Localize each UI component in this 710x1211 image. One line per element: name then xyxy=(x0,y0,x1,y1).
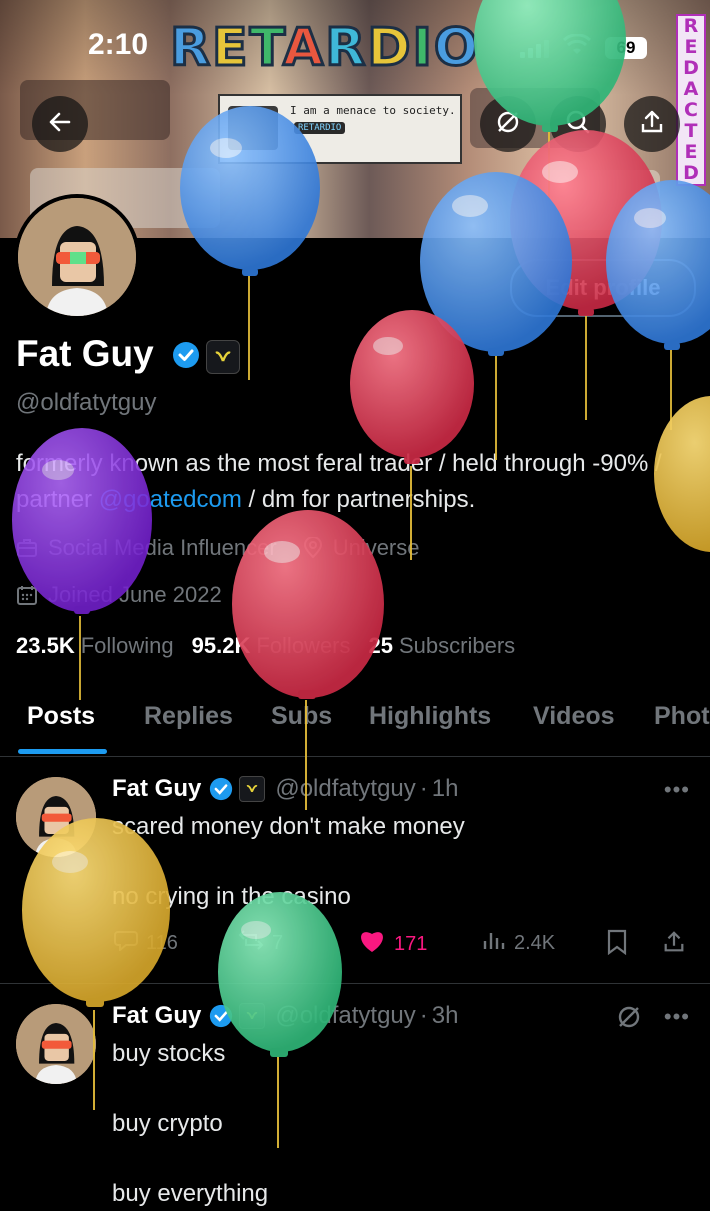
repost-button[interactable]: 7 xyxy=(238,929,283,957)
more-options-icon[interactable]: ••• xyxy=(664,1004,690,1030)
post-time[interactable]: 3h xyxy=(432,1002,459,1030)
profile-handle: @oldfatytguy xyxy=(16,389,157,416)
post-author-name[interactable]: Fat Guy xyxy=(112,775,201,803)
bio-text: / dm for partnerships. xyxy=(241,486,476,513)
post-time[interactable]: 1h xyxy=(432,775,459,803)
balloon-red xyxy=(350,310,474,560)
post-author-name[interactable]: Fat Guy xyxy=(112,1002,201,1030)
arrow-left-icon xyxy=(47,109,73,140)
tab-subs[interactable]: Subs xyxy=(271,702,332,731)
reply-count: 116 xyxy=(146,931,178,954)
profile-meta-row: Social Media Influencer Universe xyxy=(16,535,420,561)
post-author-handle[interactable]: @oldfatytguy xyxy=(275,775,415,803)
post-avatar[interactable] xyxy=(16,777,96,857)
followers-link[interactable]: 95.2K Followers xyxy=(192,633,351,659)
grok-icon[interactable] xyxy=(616,1004,642,1035)
post-item[interactable]: Fat Guy @oldfatytguy · 1h ••• scared mon… xyxy=(0,757,710,984)
grok-button[interactable] xyxy=(480,96,536,152)
profile-stats: 23.5K Following 95.2K Followers 25 Subscrib… xyxy=(16,633,515,659)
tab-posts[interactable]: Posts xyxy=(27,702,95,731)
profile-display-name: Fat Guy xyxy=(16,333,154,374)
wifi-icon xyxy=(562,33,592,61)
more-options-icon[interactable]: ••• xyxy=(664,777,690,803)
banner-logo-text: RETARDIO xyxy=(168,17,481,80)
share-icon xyxy=(639,109,665,140)
post-header: Fat Guy @oldfatytguy · 1h xyxy=(112,775,458,803)
affiliate-badge-icon[interactable] xyxy=(206,340,240,374)
following-link[interactable]: 23.5K Following xyxy=(16,633,174,659)
repost-icon xyxy=(238,929,264,957)
verified-badge-icon[interactable] xyxy=(172,341,200,374)
heart-filled-icon xyxy=(358,929,386,959)
post-share-button[interactable] xyxy=(662,929,686,961)
back-button[interactable] xyxy=(32,96,88,152)
profile-joined-date: Joined June 2022 xyxy=(48,582,222,607)
tab-replies[interactable]: Replies xyxy=(144,702,233,731)
calendar-icon xyxy=(16,584,38,606)
cellular-signal-icon xyxy=(520,38,549,58)
banner-card-text: I am a menace to society. xyxy=(290,104,456,117)
edit-profile-button[interactable]: Edit profile xyxy=(510,259,696,317)
profile-bio: formerly known as the most feral trader … xyxy=(16,446,696,518)
grok-icon xyxy=(495,109,521,140)
tab-videos[interactable]: Videos xyxy=(533,702,615,731)
banner-redacted-sign: REDACTED xyxy=(676,14,706,186)
like-button[interactable]: 171 xyxy=(358,929,427,959)
banner-card-image xyxy=(228,106,278,150)
post-text: scared money don't make money no crying … xyxy=(112,813,465,910)
tab-photos[interactable]: Photos xyxy=(654,702,710,731)
repost-count: 7 xyxy=(272,931,284,954)
affiliate-badge-icon xyxy=(239,1003,266,1029)
bookmark-button[interactable] xyxy=(606,929,628,961)
post-author-handle[interactable]: @oldfatytguy xyxy=(275,1002,415,1030)
banner-card-tag: RETARDIO xyxy=(294,122,346,134)
profile-avatar[interactable] xyxy=(14,194,140,320)
views-count: 2.4K xyxy=(514,931,556,954)
profile-tabs: Posts Replies Subs Highlights Videos Pho… xyxy=(0,690,710,757)
post-text: buy stocks buy crypto buy everything xyxy=(112,1040,269,1207)
bio-mention-link[interactable]: @goatedcom xyxy=(99,486,242,513)
post-header: Fat Guy @oldfatytguy · 3h xyxy=(112,1002,458,1030)
banner-tweet-card: I am a menace to society. RETARDIO xyxy=(218,94,462,164)
verified-badge-icon xyxy=(209,777,233,801)
search-button[interactable] xyxy=(550,96,606,152)
profile-location: Universe xyxy=(332,535,420,560)
share-button[interactable] xyxy=(624,96,680,152)
views-button[interactable]: 2.4K xyxy=(482,929,555,957)
status-icons: 69 xyxy=(520,33,647,61)
battery-icon: 69 xyxy=(605,36,647,59)
post-item[interactable]: Fat Guy @oldfatytguy · 3h ••• buy stocks… xyxy=(0,984,710,1207)
status-time: 2:10 xyxy=(88,28,149,61)
verified-badge-icon xyxy=(209,1004,233,1028)
banner-art-block xyxy=(520,170,660,230)
like-count: 171 xyxy=(394,932,428,955)
post-avatar[interactable] xyxy=(16,1004,96,1084)
briefcase-icon xyxy=(16,538,38,558)
affiliate-badge-icon xyxy=(239,776,266,802)
bookmark-icon xyxy=(606,929,628,961)
profile-meta-row: Joined June 2022 xyxy=(16,582,222,608)
separator-dot: · xyxy=(419,1002,428,1029)
share-icon xyxy=(662,929,686,961)
search-icon xyxy=(565,109,591,140)
subscribers-link[interactable]: 25 Subscribers xyxy=(369,633,516,659)
location-pin-icon xyxy=(303,537,323,559)
views-chart-icon xyxy=(482,929,506,957)
reply-button[interactable]: 116 xyxy=(114,929,178,957)
tab-highlights[interactable]: Highlights xyxy=(369,702,491,731)
active-tab-indicator xyxy=(18,749,107,754)
reply-icon xyxy=(114,929,138,957)
profile-category: Social Media Influencer xyxy=(48,535,277,560)
separator-dot: · xyxy=(419,775,428,802)
